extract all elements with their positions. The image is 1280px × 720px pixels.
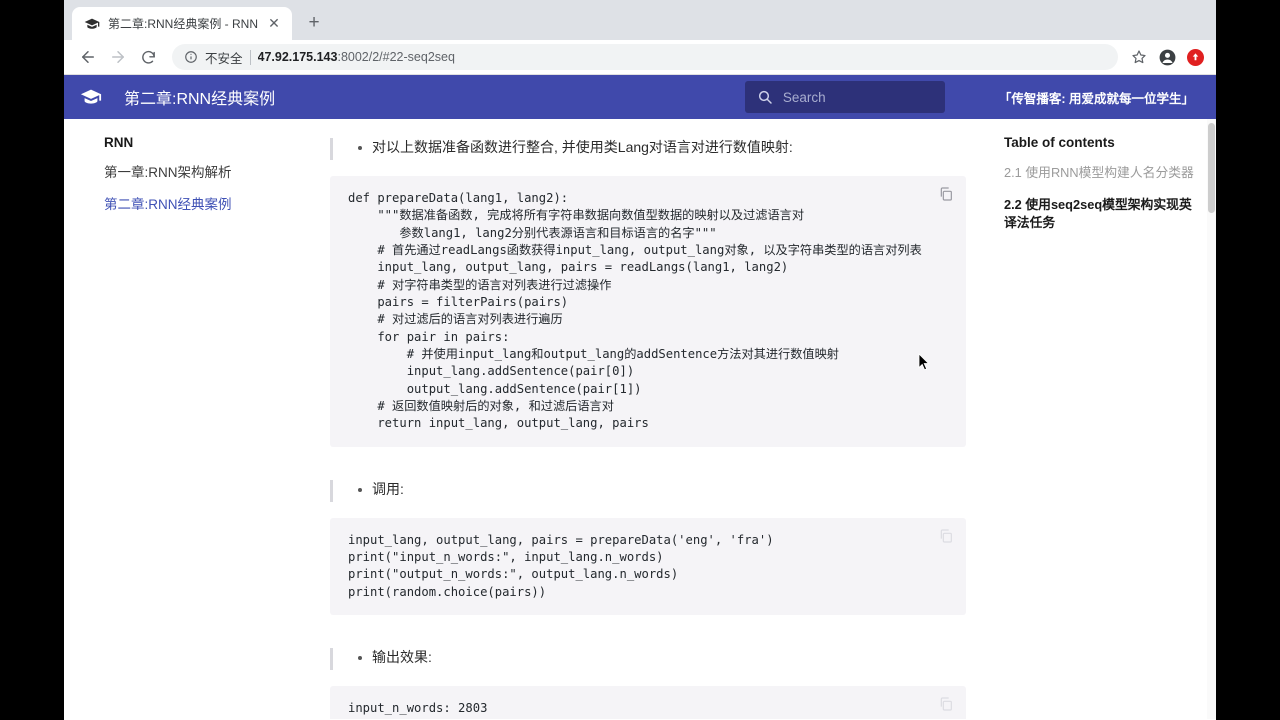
omnibox-divider [249, 49, 251, 65]
new-tab-button[interactable]: + [300, 9, 328, 37]
site-title: 第二章:RNN经典案例 [124, 91, 276, 108]
site-tagline: 「传智播客: 用爱成就每一位学生」 [998, 91, 1194, 106]
bullet-item: 输出效果: [330, 647, 966, 670]
quote-bar [330, 138, 333, 160]
browser-tab[interactable]: 第二章:RNN经典案例 - RNN ✕ [72, 7, 292, 40]
copy-icon[interactable] [938, 528, 954, 544]
code-block-prepare-data: def prepareData(lang1, lang2): """数据准备函数… [330, 176, 966, 447]
bullet-dot [358, 146, 362, 150]
toc-item-2-1[interactable]: 2.1 使用RNN模型构建人名分类器 [1004, 164, 1198, 183]
star-icon[interactable] [1128, 46, 1150, 68]
url-host: 47.92.175.143 [257, 50, 338, 64]
profile-avatar-icon[interactable] [1156, 46, 1178, 68]
sidebar-heading: RNN [104, 135, 134, 150]
search-placeholder: Search [782, 89, 826, 105]
security-label: 不安全 [205, 51, 243, 66]
sidebar-item-chapter2[interactable]: 第二章:RNN经典案例 [104, 196, 284, 214]
back-icon[interactable] [74, 43, 102, 71]
download-alert-icon[interactable] [1184, 46, 1206, 68]
close-icon[interactable]: ✕ [266, 15, 282, 32]
bullet-item: 调用: [330, 479, 966, 502]
search-icon [757, 89, 773, 105]
toc-heading: Table of contents [1004, 135, 1115, 150]
bullet-dot [358, 655, 362, 660]
bullet-text: 调用: [372, 480, 404, 497]
table-of-contents: Table of contents 2.1 使用RNN模型构建人名分类器 2.2… [988, 119, 1216, 719]
toc-item-2-2[interactable]: 2.2 使用seq2seq模型架构实现英译法任务 [1004, 196, 1198, 233]
forward-icon[interactable] [104, 43, 132, 71]
graduation-cap-favicon-icon [84, 16, 100, 32]
screen: 第二章:RNN经典案例 - RNN ✕ + 不安全 47.92.175.143:… [0, 0, 1280, 720]
brand[interactable]: 第二章:RNN经典案例 [80, 85, 275, 109]
left-sidebar: RNN 第一章:RNN架构解析 第二章:RNN经典案例 [64, 119, 304, 719]
browser-window: 第二章:RNN经典案例 - RNN ✕ + 不安全 47.92.175.143:… [64, 0, 1216, 720]
bullet-text: 对以上数据准备函数进行整合, 并使用类Lang对语言对进行数值映射: [372, 139, 793, 155]
bullet-text: 输出效果: [372, 648, 432, 665]
code-block-output: input_n_words: 2803 output_n_words: 4345 [330, 685, 966, 719]
url-path: :8002/2/#22-seq2seq [337, 50, 455, 64]
toolbar-icons [1128, 46, 1206, 68]
browser-toolbar: 不安全 47.92.175.143:8002/2/#22-seq2seq [64, 40, 1216, 75]
sidebar-item-chapter1[interactable]: 第一章:RNN架构解析 [104, 164, 284, 182]
code-text: input_lang, output_lang, pairs = prepare… [348, 532, 774, 599]
reload-icon[interactable] [134, 43, 162, 71]
site-header: 第二章:RNN经典案例 Search 「传智播客: 用爱成就每一位学生」 [64, 75, 1216, 121]
quote-bar [330, 647, 333, 670]
code-block-call: input_lang, output_lang, pairs = prepare… [330, 517, 966, 615]
bullet-item: 对以上数据准备函数进行整合, 并使用类Lang对语言对进行数值映射: [330, 137, 966, 160]
graduation-cap-icon [80, 86, 102, 108]
scrollbar-thumb[interactable] [1208, 123, 1215, 213]
copy-icon[interactable] [938, 696, 954, 712]
page-body: RNN 第一章:RNN架构解析 第二章:RNN经典案例 对以上数据准备函数进行整… [64, 119, 1216, 719]
tab-strip: 第二章:RNN经典案例 - RNN ✕ + [64, 0, 1216, 40]
url-text: 47.92.175.143:8002/2/#22-seq2seq [258, 50, 455, 64]
search-box[interactable]: Search [744, 81, 945, 113]
main-content: 对以上数据准备函数进行整合, 并使用类Lang对语言对进行数值映射: def p… [304, 119, 988, 719]
info-circle-icon [184, 50, 198, 64]
address-bar[interactable]: 不安全 47.92.175.143:8002/2/#22-seq2seq [172, 44, 1118, 70]
code-text: def prepareData(lang1, lang2): """数据准备函数… [348, 191, 922, 431]
bullet-dot [358, 487, 362, 492]
quote-bar [330, 479, 333, 502]
code-text: input_n_words: 2803 output_n_words: 4345 [348, 700, 495, 719]
scrollbar-track[interactable] [1207, 119, 1216, 719]
tab-title: 第二章:RNN经典案例 - RNN [108, 17, 258, 31]
mouse-cursor [918, 353, 930, 371]
copy-icon[interactable] [938, 186, 954, 202]
